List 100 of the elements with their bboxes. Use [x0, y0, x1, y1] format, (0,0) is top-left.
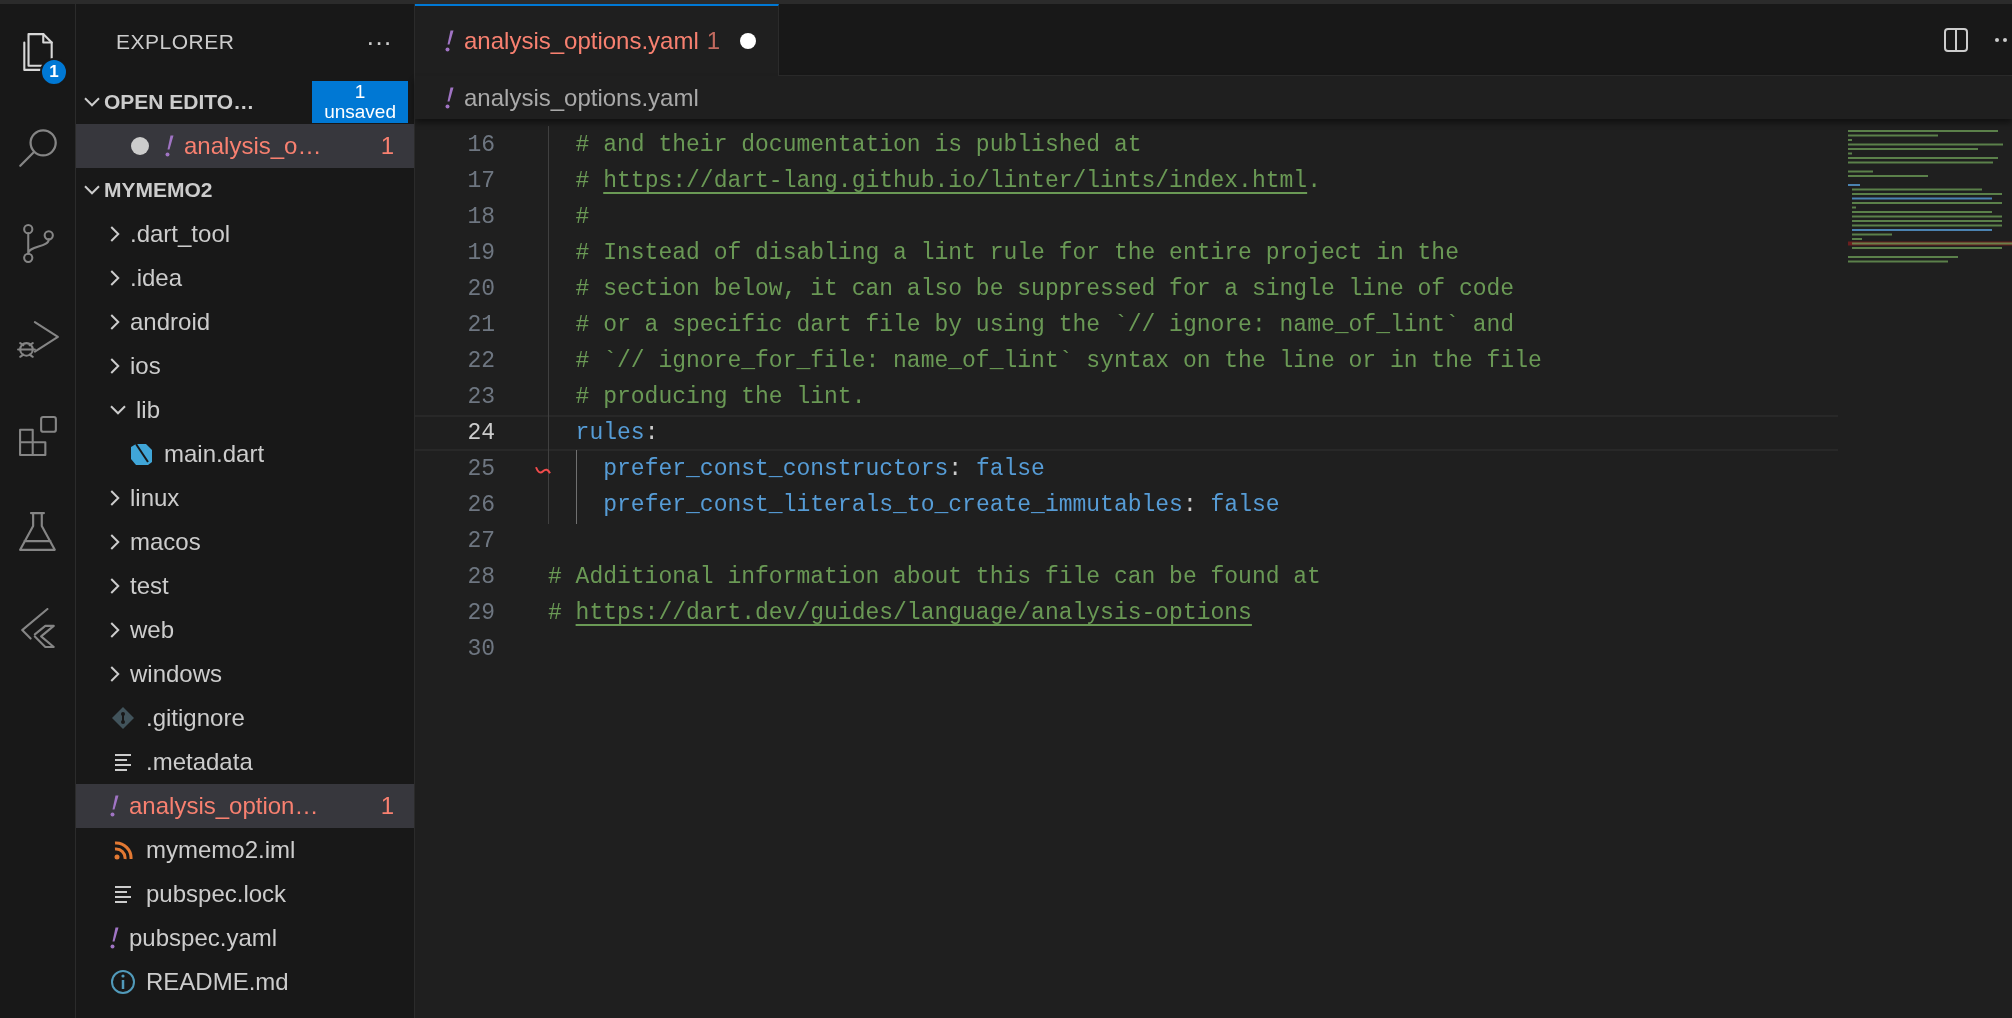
folder-item[interactable]: lib [76, 388, 414, 432]
code-link[interactable]: https://dart.dev/guides/language/analysis-options [575, 599, 1252, 626]
file-item[interactable]: analysis_option… 1 [76, 784, 414, 828]
open-editor-item[interactable]: analysis_o… 1 [76, 124, 414, 168]
file-item[interactable]: .gitignore [76, 696, 414, 740]
chevron-down-icon [110, 405, 126, 415]
code-punctuation: : [644, 419, 659, 446]
chevron-down-icon [84, 185, 100, 195]
folder-item[interactable]: android [76, 300, 414, 344]
folder-item[interactable]: .dart_tool [76, 212, 414, 256]
line-number: 23 [466, 382, 495, 412]
folder-item[interactable]: macos [76, 520, 414, 564]
chevron-right-icon [110, 358, 120, 374]
folder-item[interactable]: web [76, 608, 414, 652]
code-punctuation: : [948, 455, 964, 482]
file-item[interactable]: README.md [76, 960, 414, 1004]
file-item[interactable]: pubspec.yaml [76, 916, 414, 960]
editor-tab[interactable]: analysis_options.yaml 1 [415, 4, 780, 76]
flutter-icon[interactable] [20, 608, 56, 648]
code-comment: # Instead of disabling a lint rule for the entire project in the [575, 239, 1459, 266]
code-comment: # or a specific dart file by using the `// ignore: name_of_lint` and [575, 311, 1515, 338]
yaml-key: rules [575, 419, 645, 446]
code-comment: # [548, 599, 563, 626]
file-item[interactable]: main.dart [76, 432, 414, 476]
line-number: 25 [466, 454, 495, 484]
file-item[interactable]: mymemo2.iml [76, 828, 414, 872]
folder-name: lib [136, 395, 160, 425]
chevron-right-icon [110, 534, 120, 550]
file-name: analysis_option… [129, 791, 319, 821]
split-editor-icon[interactable] [1942, 25, 1970, 54]
unsaved-dot-icon [740, 33, 757, 49]
extensions-icon[interactable] [18, 416, 58, 456]
line-number: 29 [466, 598, 495, 628]
chevron-right-icon [110, 226, 120, 242]
info-icon [110, 970, 136, 994]
exclamation-icon [165, 135, 174, 157]
yaml-key: prefer_const_literals_to_create_immutables [603, 491, 1183, 518]
branch-icon[interactable] [22, 224, 54, 264]
folder-item[interactable]: ios [76, 344, 414, 388]
line-number: 24 [466, 418, 495, 448]
exclamation-icon [110, 927, 119, 949]
exclamation-icon [445, 30, 454, 52]
code-link[interactable]: https://dart-lang.github.io/linter/lints/index.html [603, 167, 1308, 194]
yaml-value: false [1210, 491, 1280, 518]
section-title: OPEN EDITO… [104, 89, 255, 116]
chevron-right-icon [110, 578, 120, 594]
notification-badge: 1 [40, 58, 68, 86]
file-name: .gitignore [146, 703, 245, 733]
more-icon[interactable] [1994, 35, 2008, 44]
section-title: MYMEMO2 [104, 177, 213, 204]
folder-name: ios [130, 351, 161, 381]
unsaved-dot-icon [131, 137, 149, 155]
code-comment: # and their documentation is published at [575, 131, 1142, 158]
run-debug-icon[interactable] [16, 320, 60, 360]
folder-name: test [130, 571, 169, 601]
line-number: 19 [466, 238, 495, 268]
folder-name: linux [130, 483, 180, 513]
line-number: 20 [466, 274, 495, 304]
file-name: pubspec.lock [146, 879, 287, 909]
line-number: 30 [466, 634, 495, 664]
file-name: analysis_o… [184, 131, 322, 161]
file-item[interactable]: pubspec.lock [76, 872, 414, 916]
folder-item[interactable]: .idea [76, 256, 414, 300]
more-actions-button[interactable]: ··· [366, 22, 392, 62]
line-number: 18 [466, 202, 495, 232]
search-icon[interactable] [18, 128, 58, 168]
file-name: README.md [146, 967, 289, 997]
folder-name: windows [130, 659, 223, 689]
file-name: mymemo2.iml [146, 835, 296, 865]
folder-item[interactable]: test [76, 564, 414, 608]
folder-name: .dart_tool [130, 219, 231, 249]
file-item[interactable]: .metadata [76, 740, 414, 784]
chevron-right-icon [110, 270, 120, 286]
breadcrumb-item[interactable]: analysis_options.yaml [464, 79, 699, 116]
chevron-right-icon [110, 314, 120, 330]
folder-name: android [130, 307, 211, 337]
problem-count: 1 [380, 791, 394, 821]
line-number: 27 [466, 526, 495, 556]
folder-name: web [130, 615, 175, 645]
folder-name: macos [130, 527, 201, 557]
chevron-right-icon [110, 490, 120, 506]
folder-item[interactable]: linux [76, 476, 414, 520]
line-number: 16 [466, 130, 495, 160]
code-comment: . [1307, 167, 1321, 194]
folder-item[interactable]: windows [76, 652, 414, 696]
diamond-icon [110, 707, 136, 729]
chevron-right-icon [110, 622, 120, 638]
line-number: 22 [466, 346, 495, 376]
code-comment: # section below, it can also be suppressed for a single line of code [575, 275, 1515, 302]
folder-name: .idea [130, 263, 183, 293]
chevron-right-icon [110, 666, 120, 682]
line-number: 26 [466, 490, 495, 520]
flask-icon[interactable] [19, 512, 57, 552]
code-comment: # Additional information about this file can be found at [548, 563, 1321, 590]
open-editors-header[interactable]: OPEN EDITO… 1 unsaved [76, 80, 414, 124]
line-number: 28 [466, 562, 495, 592]
exclamation-icon [445, 86, 454, 109]
code-comment: # [575, 203, 590, 230]
chevron-down-icon [84, 97, 100, 107]
project-header[interactable]: MYMEMO2 [76, 168, 414, 212]
